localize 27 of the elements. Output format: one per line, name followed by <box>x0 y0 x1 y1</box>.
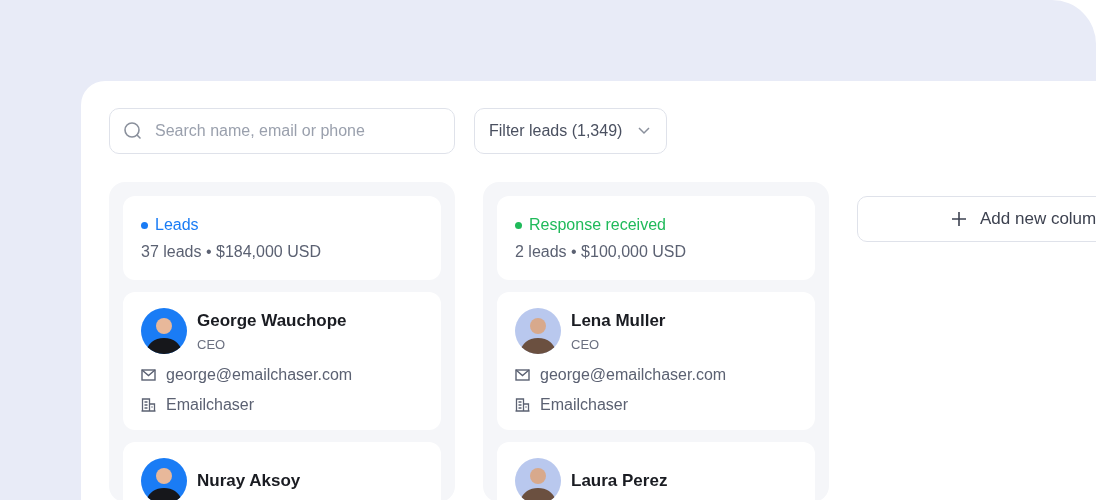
column-summary: 2 leads • $100,000 USD <box>515 243 688 261</box>
lead-email: george@emailchaser.com <box>166 366 353 384</box>
lead-email: george@emailchaser.com <box>540 366 727 384</box>
plus-icon <box>952 212 966 226</box>
add-column-button[interactable]: Add new colum <box>857 196 1096 242</box>
lead-card[interactable]: George Wauchope CEO george@emailchaser.com Emailchaser <box>123 292 441 430</box>
lead-name: Laura Perez <box>571 471 668 491</box>
filter-dropdown[interactable]: Filter leads (1,349) <box>474 108 668 154</box>
lead-company: Emailchaser <box>540 396 629 414</box>
lead-company: Emailchaser <box>166 396 255 414</box>
lead-role: CEO <box>571 336 601 352</box>
building-icon <box>141 398 156 412</box>
search-field[interactable]: Search name, email or phone <box>109 108 455 154</box>
mail-icon <box>515 369 530 381</box>
lead-card[interactable]: Lena Muller CEO george@emailchaser.com Emailchaser <box>497 292 815 430</box>
lead-name: George Wauchope <box>197 310 347 331</box>
column-title: Leads <box>155 216 199 234</box>
lead-card[interactable]: Nuray Aksoy <box>123 442 441 500</box>
lead-card[interactable]: Laura Perez <box>497 442 815 500</box>
lead-role: CEO <box>197 336 227 352</box>
mail-icon <box>141 369 156 381</box>
column-title: Response received <box>529 216 666 234</box>
chevron-down-icon <box>638 127 651 135</box>
lead-name: Nuray Aksoy <box>197 471 301 491</box>
building-icon <box>515 398 530 412</box>
lead-name: Lena Muller <box>571 310 666 331</box>
column-summary: 37 leads • $184,000 USD <box>141 243 322 261</box>
